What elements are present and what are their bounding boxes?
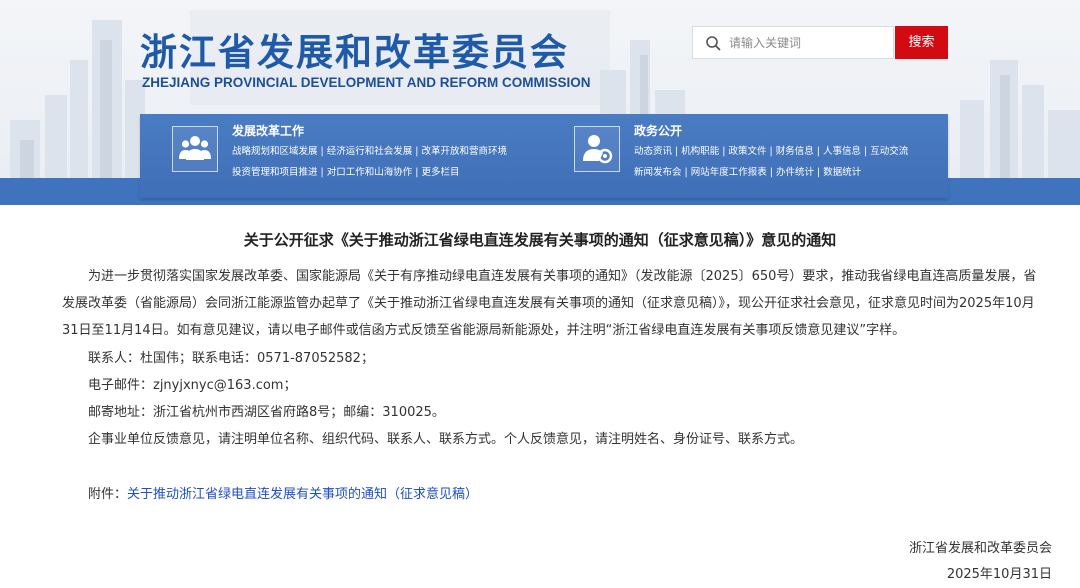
attachment-link[interactable]: 关于推动浙江省绿电直连发展有关事项的通知（征求意见稿） — [127, 487, 478, 502]
attachment-label: 附件： — [88, 487, 128, 502]
nav-links-reform-row2[interactable]: 投资管理和项目推进 | 对口工作和山海协作 | 更多栏目 — [232, 162, 459, 183]
feedback-note-text: 企事业单位反馈意见，请注明单位名称、组织代码、联系人、联系方式。个人反馈意见，请… — [88, 432, 804, 447]
site-title[interactable]: 浙江省发展和改革委员会 — [140, 22, 569, 76]
nav-links-gov-row2[interactable]: 新闻发布会 | 网站年度工作报表 | 办件统计 | 数据统计 — [634, 162, 861, 183]
nav-links-gov-row1[interactable]: 动态资讯 | 机构职能 | 政策文件 | 财务信息 | 人事信息 | 互动交流 — [634, 141, 908, 162]
nav-panel: 发展改革工作 战略规划和区域发展 | 经济运行和社会发展 | 改革开放和营商环境… — [140, 114, 948, 198]
article-body-line-3: 31日至11月14日。如有意见建议，请以电子邮件或信函方式反馈至省能源局新能源处… — [62, 323, 906, 338]
address-text: 邮寄地址：浙江省杭州市西湖区省府路8号；邮编：310025。 — [88, 405, 445, 420]
article-body-line-1: 为进一步贯彻落实国家发展改革委、国家能源局《关于有序推动绿电直连发展有关事项的通… — [62, 265, 1036, 284]
signature-organization: 浙江省发展和改革委员会 — [908, 541, 1052, 556]
article-body-line-2: 发展改革委（省能源局）会同浙江能源监管办起草了《关于推动浙江省绿电直连发展有关事… — [62, 296, 1035, 311]
site-subtitle-en: ZHEJIANG PROVINCIAL DEVELOPMENT AND REFO… — [142, 75, 591, 90]
email-info: 电子邮件：zjnyjxnyc@163.com； — [62, 374, 296, 393]
nav-title-gov-affairs[interactable]: 政务公开 — [634, 122, 682, 139]
search-button[interactable]: 搜索 — [895, 26, 948, 59]
contact-info: 联系人：杜国伟；联系电话：0571-87052582； — [62, 347, 374, 366]
site-header: 浙江省发展和改革委员会 ZHEJIANG PROVINCIAL DEVELOPM… — [0, 0, 1080, 205]
nav-title-reform-work[interactable]: 发展改革工作 — [232, 122, 304, 139]
nav-links-reform-row1[interactable]: 战略规划和区域发展 | 经济运行和社会发展 | 改革开放和营商环境 — [232, 141, 507, 162]
signature-date: 2025年10月31日 — [946, 567, 1052, 582]
address-info: 邮寄地址：浙江省杭州市西湖区省府路8号；邮编：310025。 — [62, 401, 445, 420]
search-box — [692, 26, 894, 59]
feedback-note: 企事业单位反馈意见，请注明单位名称、组织代码、联系人、联系方式。个人反馈意见，请… — [62, 428, 803, 447]
article-title: 关于公开征求《关于推动浙江省绿电直连发展有关事项的通知（征求意见稿）》意见的通知 — [243, 231, 837, 249]
article-body-text-1: 为进一步贯彻落实国家发展改革委、国家能源局《关于有序推动绿电直连发展有关事项的通… — [88, 269, 1037, 284]
contact-text: 联系人：杜国伟；联系电话：0571-87052582； — [88, 351, 374, 366]
search-icon — [706, 36, 721, 51]
people-group-icon[interactable] — [172, 126, 218, 172]
email-text: 电子邮件：zjnyjxnyc@163.com； — [88, 378, 297, 393]
attachment: 附件：关于推动浙江省绿电直连发展有关事项的通知（征求意见稿） — [62, 483, 478, 502]
search-input[interactable] — [729, 27, 889, 58]
user-settings-icon[interactable] — [574, 126, 620, 172]
